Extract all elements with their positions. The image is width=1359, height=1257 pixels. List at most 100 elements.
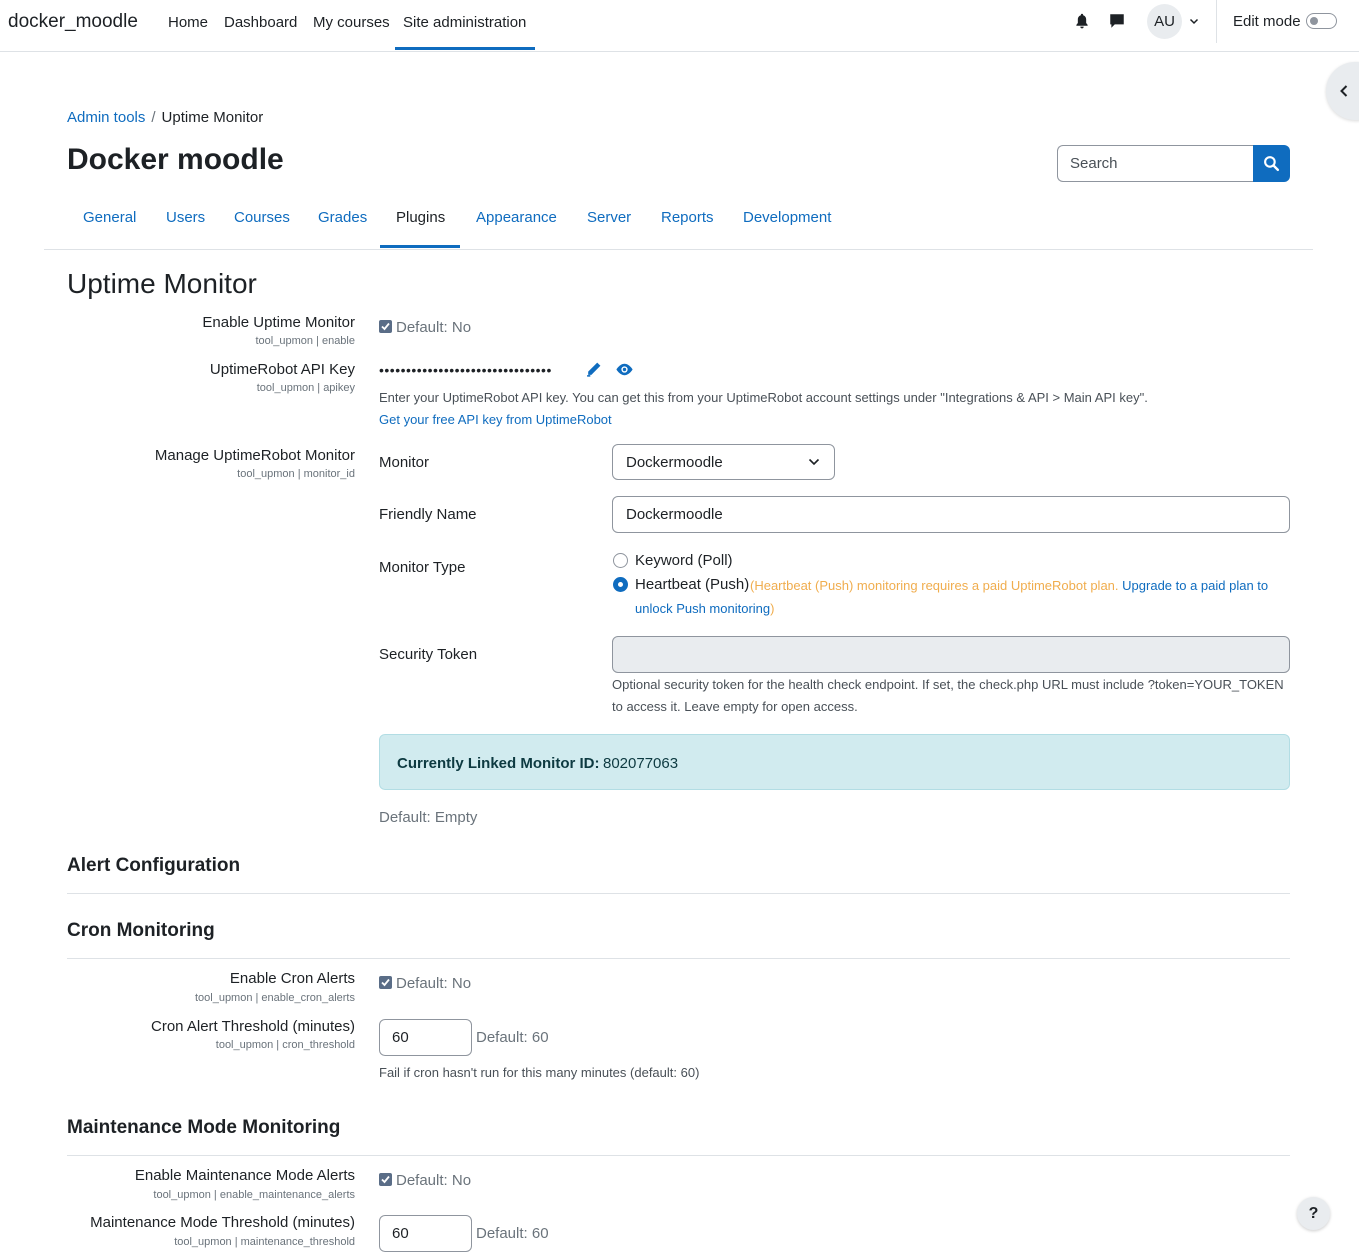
check-icon [381,322,390,331]
page-title: Docker moodle [67,143,284,176]
top-navbar: docker_moodle Home Dashboard My courses … [0,0,1359,52]
breadcrumb: Admin tools / Uptime Monitor [67,109,263,126]
admin-tabs: General Users Courses Grades Plugins App… [44,198,1313,250]
radio-label-keyword-poll[interactable]: Keyword (Poll) [635,552,733,569]
nav-site-administration[interactable]: Site administration [403,14,526,31]
apikey-masked-value[interactable]: •••••••••••••••••••••••••••••••• [379,362,552,378]
radio-heartbeat-push[interactable] [613,577,628,592]
navbar-divider [1216,0,1217,43]
nav-home[interactable]: Home [168,14,208,31]
chevron-down-icon[interactable] [1188,15,1200,27]
chevron-left-icon [1340,85,1348,97]
help-button[interactable]: ? [1297,1197,1330,1230]
search-icon [1264,156,1280,172]
divider [67,958,1290,959]
tab-grades[interactable]: Grades [318,209,367,226]
radio-label-heartbeat-push[interactable]: Heartbeat (Push) [635,576,749,593]
cron-heading: Cron Monitoring [67,920,215,941]
search-input[interactable] [1057,145,1254,182]
pencil-icon[interactable] [585,361,602,378]
security-token-input[interactable] [612,636,1290,673]
enable-checkbox[interactable] [379,320,392,333]
setting-label-cron-threshold: Cron Alert Threshold (minutes) [151,1018,355,1035]
setting-key-cron-enable: tool_upmon | enable_cron_alerts [194,992,355,1004]
push-warning: (Heartbeat (Push) monitoring requires a … [750,574,1268,597]
divider [67,1155,1290,1156]
monitor-type-label: Monitor Type [379,559,466,576]
check-icon [381,978,390,987]
maintenance-enable-default: Default: No [396,1172,472,1189]
push-warning-line2: unlock Push monitoring) [635,597,774,620]
chevron-down-icon [808,458,820,466]
chat-icon[interactable] [1108,12,1126,30]
friendly-name-label: Friendly Name [379,506,477,523]
search-button[interactable] [1253,145,1290,182]
monitor-select[interactable]: Dockermoodle [612,444,835,480]
radio-keyword-poll[interactable] [613,553,628,568]
push-warning-suffix: ) [770,601,775,616]
setting-key-cron-threshold: tool_upmon | cron_threshold [215,1039,355,1051]
section-title: Uptime Monitor [67,268,257,299]
setting-label-apikey: UptimeRobot API Key [209,361,355,378]
tab-plugins[interactable]: Plugins [396,209,445,226]
security-token-help-line1: Optional security token for the health c… [612,677,1284,692]
cron-threshold-input[interactable] [379,1019,472,1056]
alert-config-heading: Alert Configuration [67,855,241,876]
tab-development[interactable]: Development [743,209,831,226]
check-icon [381,1175,390,1184]
toggle-knob [1310,17,1318,25]
tab-appearance[interactable]: Appearance [476,209,557,226]
setting-label-enable: Enable Uptime Monitor [202,314,355,331]
friendly-name-input[interactable] [612,496,1290,533]
setting-key-maintenance-threshold: tool_upmon | maintenance_threshold [174,1236,355,1248]
security-token-label: Security Token [379,646,478,663]
linked-monitor-id: 802077063 [603,755,679,772]
maintenance-threshold-input[interactable] [379,1215,472,1252]
user-avatar[interactable]: AU [1147,4,1182,39]
setting-label-maintenance-enable: Enable Maintenance Mode Alerts [134,1167,355,1184]
bell-icon[interactable] [1073,12,1091,30]
breadcrumb-admin-tools[interactable]: Admin tools [67,109,145,126]
tab-general[interactable]: General [83,209,136,226]
cron-enable-default: Default: No [396,975,472,992]
tab-server[interactable]: Server [587,209,631,226]
tab-users[interactable]: Users [166,209,205,226]
cron-threshold-default: Default: 60 [476,1029,549,1046]
linked-monitor-alert: Currently Linked Monitor ID: 802077063 [379,734,1290,790]
cron-threshold-help: Fail if cron hasn't run for this many mi… [379,1065,700,1080]
setting-label-cron-enable: Enable Cron Alerts [229,970,355,987]
apikey-link[interactable]: Get your free API key from UptimeRobot [379,412,612,427]
edit-mode-toggle[interactable] [1306,13,1337,29]
maintenance-enable-checkbox[interactable] [379,1173,392,1186]
breadcrumb-current: Uptime Monitor [161,109,264,126]
push-warning-prefix: (Heartbeat (Push) monitoring requires a … [750,578,1119,593]
drawer-toggle-button[interactable] [1326,62,1359,120]
edit-mode-label: Edit mode [1233,13,1301,30]
site-brand[interactable]: docker_moodle [8,11,138,33]
maintenance-heading: Maintenance Mode Monitoring [67,1117,341,1138]
apikey-help: Enter your UptimeRobot API key. You can … [379,387,1279,431]
nav-my-courses[interactable]: My courses [313,14,390,31]
maintenance-threshold-default: Default: 60 [476,1225,549,1242]
monitor-label: Monitor [379,454,430,471]
nav-dashboard[interactable]: Dashboard [224,14,297,31]
monitor-select-value: Dockermoodle [626,454,723,471]
manage-default: Default: Empty [379,809,478,826]
setting-label-maintenance-threshold: Maintenance Mode Threshold (minutes) [90,1214,355,1231]
divider [67,893,1290,894]
setting-key-enable: tool_upmon | enable [255,335,356,347]
upgrade-link-continued[interactable]: unlock Push monitoring [635,601,770,616]
tab-courses[interactable]: Courses [234,209,290,226]
security-token-help-line2: to access it. Leave empty for open acces… [612,699,858,714]
tab-reports[interactable]: Reports [661,209,714,226]
breadcrumb-separator: / [151,109,156,126]
setting-label-manage: Manage UptimeRobot Monitor [154,447,355,464]
setting-key-manage: tool_upmon | monitor_id [237,468,355,480]
eye-icon[interactable] [615,362,634,377]
linked-monitor-label: Currently Linked Monitor ID: [397,755,600,772]
cron-enable-checkbox[interactable] [379,976,392,989]
apikey-help-text: Enter your UptimeRobot API key. You can … [379,390,1148,405]
setting-key-apikey: tool_upmon | apikey [256,382,355,394]
security-token-help: Optional security token for the health c… [612,674,1292,718]
upgrade-link[interactable]: Upgrade to a paid plan to [1122,578,1268,593]
